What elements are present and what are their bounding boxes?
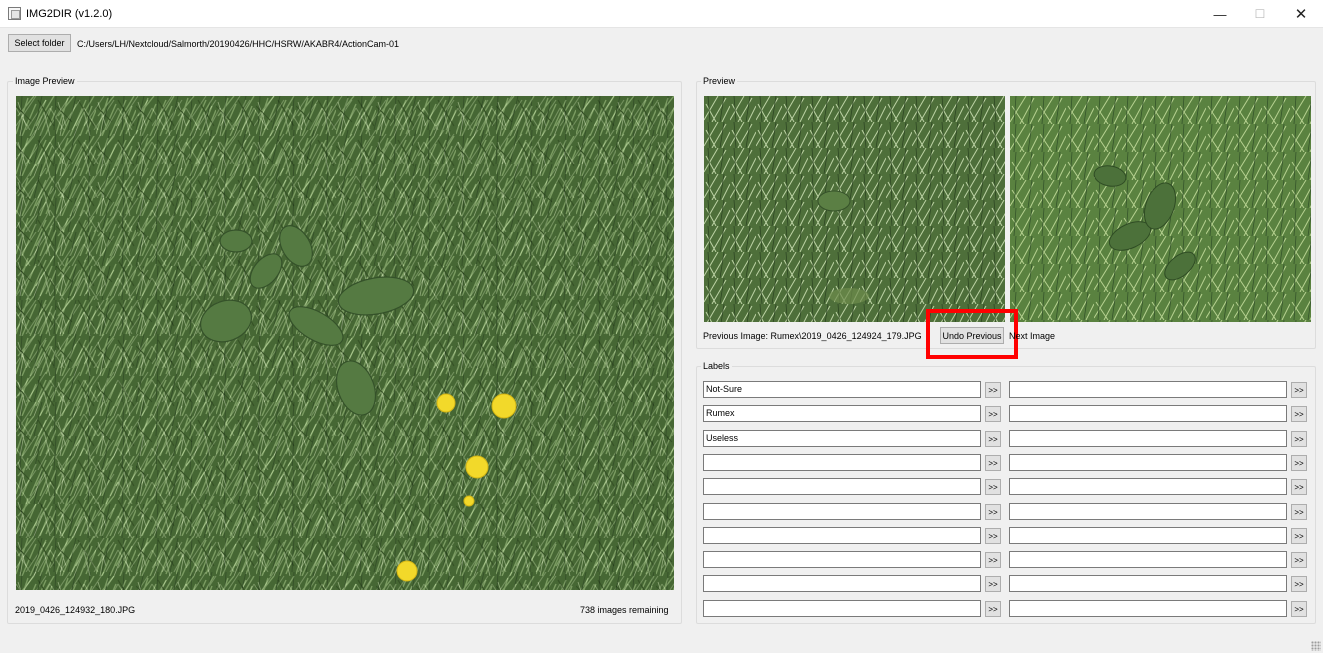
label-input-left-5[interactable] <box>703 478 981 495</box>
assign-label-button-left-5[interactable]: >> <box>985 479 1001 495</box>
preview-title: Preview <box>701 76 738 86</box>
folder-path: C:/Users/LH/Nextcloud/Salmorth/20190426/… <box>77 39 399 49</box>
close-button[interactable]: ✕ <box>1281 0 1321 28</box>
assign-label-button-left-4[interactable]: >> <box>985 455 1001 471</box>
label-input-right-8[interactable] <box>1009 551 1287 568</box>
maximize-button[interactable]: ☐ <box>1240 0 1280 28</box>
window-title: IMG2DIR (v1.2.0) <box>26 8 113 20</box>
resize-grip[interactable] <box>1311 641 1321 651</box>
assign-label-button-left-7[interactable]: >> <box>985 528 1001 544</box>
label-input-right-5[interactable] <box>1009 478 1287 495</box>
label-input-right-1[interactable] <box>1009 381 1287 398</box>
images-remaining: 738 images remaining <box>580 605 669 615</box>
label-input-right-6[interactable] <box>1009 503 1287 520</box>
assign-label-button-right-4[interactable]: >> <box>1291 455 1307 471</box>
minimize-button[interactable]: — <box>1200 0 1240 28</box>
label-input-right-4[interactable] <box>1009 454 1287 471</box>
assign-label-button-right-6[interactable]: >> <box>1291 504 1307 520</box>
select-folder-button[interactable]: Select folder <box>8 34 71 52</box>
label-input-right-10[interactable] <box>1009 600 1287 617</box>
assign-label-button-right-1[interactable]: >> <box>1291 382 1307 398</box>
label-input-right-7[interactable] <box>1009 527 1287 544</box>
label-input-left-7[interactable] <box>703 527 981 544</box>
current-filename: 2019_0426_124932_180.JPG <box>15 605 136 615</box>
assign-label-button-left-3[interactable]: >> <box>985 431 1001 447</box>
assign-label-button-left-9[interactable]: >> <box>985 576 1001 592</box>
assign-label-button-left-2[interactable]: >> <box>985 406 1001 422</box>
assign-label-button-right-5[interactable]: >> <box>1291 479 1307 495</box>
assign-label-button-left-6[interactable]: >> <box>985 504 1001 520</box>
previous-image-label: Previous Image: Rumex\2019_0426_124924_1… <box>703 331 922 341</box>
label-input-left-4[interactable] <box>703 454 981 471</box>
assign-label-button-right-2[interactable]: >> <box>1291 406 1307 422</box>
label-input-right-3[interactable] <box>1009 430 1287 447</box>
undo-previous-button[interactable]: Undo Previous <box>940 327 1004 344</box>
label-input-left-3[interactable]: Useless <box>703 430 981 447</box>
assign-label-button-right-8[interactable]: >> <box>1291 552 1307 568</box>
title-bar: IMG2DIR (v1.2.0) — ☐ ✕ <box>0 0 1323 28</box>
label-input-left-2[interactable]: Rumex <box>703 405 981 422</box>
previous-image-thumbnail <box>704 96 1005 322</box>
assign-label-button-right-7[interactable]: >> <box>1291 528 1307 544</box>
label-input-right-2[interactable] <box>1009 405 1287 422</box>
assign-label-button-left-1[interactable]: >> <box>985 382 1001 398</box>
label-input-left-8[interactable] <box>703 551 981 568</box>
next-image-label: Next Image <box>1009 331 1056 341</box>
label-input-left-9[interactable] <box>703 575 981 592</box>
label-input-left-10[interactable] <box>703 600 981 617</box>
labels-title: Labels <box>701 361 732 371</box>
assign-label-button-right-3[interactable]: >> <box>1291 431 1307 447</box>
app-icon <box>8 7 21 20</box>
current-image <box>16 96 674 590</box>
assign-label-button-right-10[interactable]: >> <box>1291 601 1307 617</box>
label-input-right-9[interactable] <box>1009 575 1287 592</box>
assign-label-button-left-10[interactable]: >> <box>985 601 1001 617</box>
next-image-thumbnail <box>1010 96 1311 322</box>
assign-label-button-right-9[interactable]: >> <box>1291 576 1307 592</box>
image-preview-title: Image Preview <box>13 76 77 86</box>
label-input-left-1[interactable]: Not-Sure <box>703 381 981 398</box>
assign-label-button-left-8[interactable]: >> <box>985 552 1001 568</box>
label-input-left-6[interactable] <box>703 503 981 520</box>
